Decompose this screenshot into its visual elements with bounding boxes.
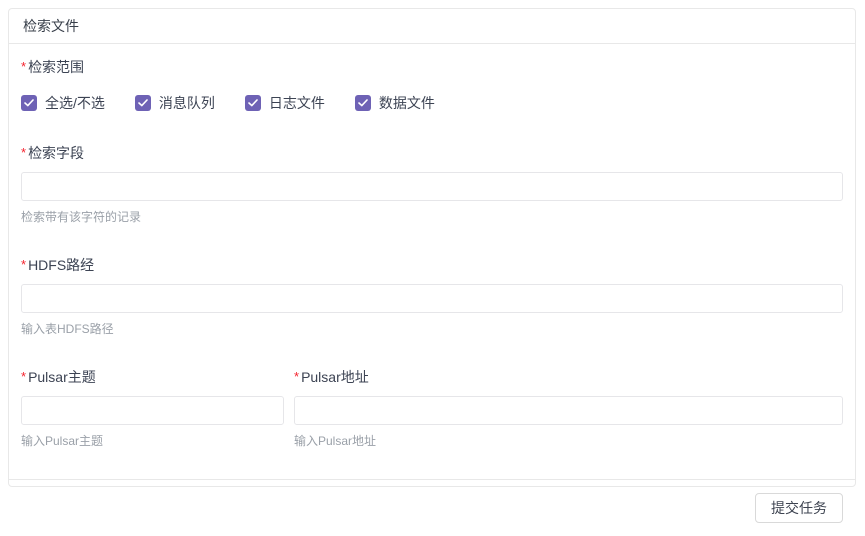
search-scope-checkbox-group: 全选/不选 消息队列 日志文件 数据文件: [21, 94, 843, 112]
checkbox-data-files[interactable]: 数据文件: [355, 94, 435, 112]
checkbox-label: 全选/不选: [45, 94, 105, 112]
form-item-search-scope: *检索范围 全选/不选 消息队列 日志文件 数据文件: [21, 57, 843, 112]
hdfs-path-label: *HDFS路经: [21, 255, 843, 275]
pulsar-address-label: *Pulsar地址: [294, 367, 843, 387]
pulsar-address-helper: 输入Pulsar地址: [294, 434, 843, 448]
search-scope-label-text: 检索范围: [28, 59, 84, 75]
pulsar-topic-label-text: Pulsar主题: [28, 369, 96, 385]
form-item-pulsar-row: *Pulsar主题 输入Pulsar主题 *Pulsar地址 输入Pulsar地…: [21, 367, 843, 448]
search-field-input[interactable]: [21, 172, 843, 201]
search-field-label: *检索字段: [21, 143, 843, 163]
checkbox-checked-icon[interactable]: [355, 95, 371, 111]
pulsar-topic-label: *Pulsar主题: [21, 367, 284, 387]
hdfs-path-helper: 输入表HDFS路径: [21, 322, 843, 336]
pulsar-address-label-text: Pulsar地址: [301, 369, 369, 385]
submit-task-button[interactable]: 提交任务: [755, 493, 843, 523]
required-asterisk: *: [21, 257, 26, 272]
form-item-pulsar-address: *Pulsar地址 输入Pulsar地址: [294, 367, 843, 448]
required-asterisk: *: [21, 145, 26, 160]
hdfs-path-input[interactable]: [21, 284, 843, 313]
checkbox-label: 数据文件: [379, 94, 435, 112]
required-asterisk: *: [21, 369, 26, 384]
checkbox-select-all[interactable]: 全选/不选: [21, 94, 105, 112]
pulsar-topic-input[interactable]: [21, 396, 284, 425]
search-scope-label: *检索范围: [21, 57, 843, 77]
search-field-label-text: 检索字段: [28, 145, 84, 161]
search-files-form: *检索范围 全选/不选 消息队列 日志文件 数据文件: [9, 44, 855, 479]
checkbox-log-files[interactable]: 日志文件: [245, 94, 325, 112]
card-title: 检索文件: [9, 9, 855, 44]
checkbox-label: 消息队列: [159, 94, 215, 112]
search-field-helper: 检索带有该字符的记录: [21, 210, 843, 224]
form-item-search-field: *检索字段 检索带有该字符的记录: [21, 143, 843, 224]
search-files-card: 检索文件 *检索范围 全选/不选 消息队列 日志文件: [8, 8, 856, 487]
form-item-hdfs-path: *HDFS路经 输入表HDFS路径: [21, 255, 843, 336]
checkbox-message-queue[interactable]: 消息队列: [135, 94, 215, 112]
hdfs-path-label-text: HDFS路经: [28, 257, 94, 273]
card-footer: 提交任务: [9, 479, 855, 536]
pulsar-address-input[interactable]: [294, 396, 843, 425]
checkbox-checked-icon[interactable]: [135, 95, 151, 111]
checkbox-checked-icon[interactable]: [245, 95, 261, 111]
required-asterisk: *: [294, 369, 299, 384]
required-asterisk: *: [21, 59, 26, 74]
form-item-pulsar-topic: *Pulsar主题 输入Pulsar主题: [21, 367, 284, 448]
pulsar-topic-helper: 输入Pulsar主题: [21, 434, 284, 448]
checkbox-checked-icon[interactable]: [21, 95, 37, 111]
checkbox-label: 日志文件: [269, 94, 325, 112]
